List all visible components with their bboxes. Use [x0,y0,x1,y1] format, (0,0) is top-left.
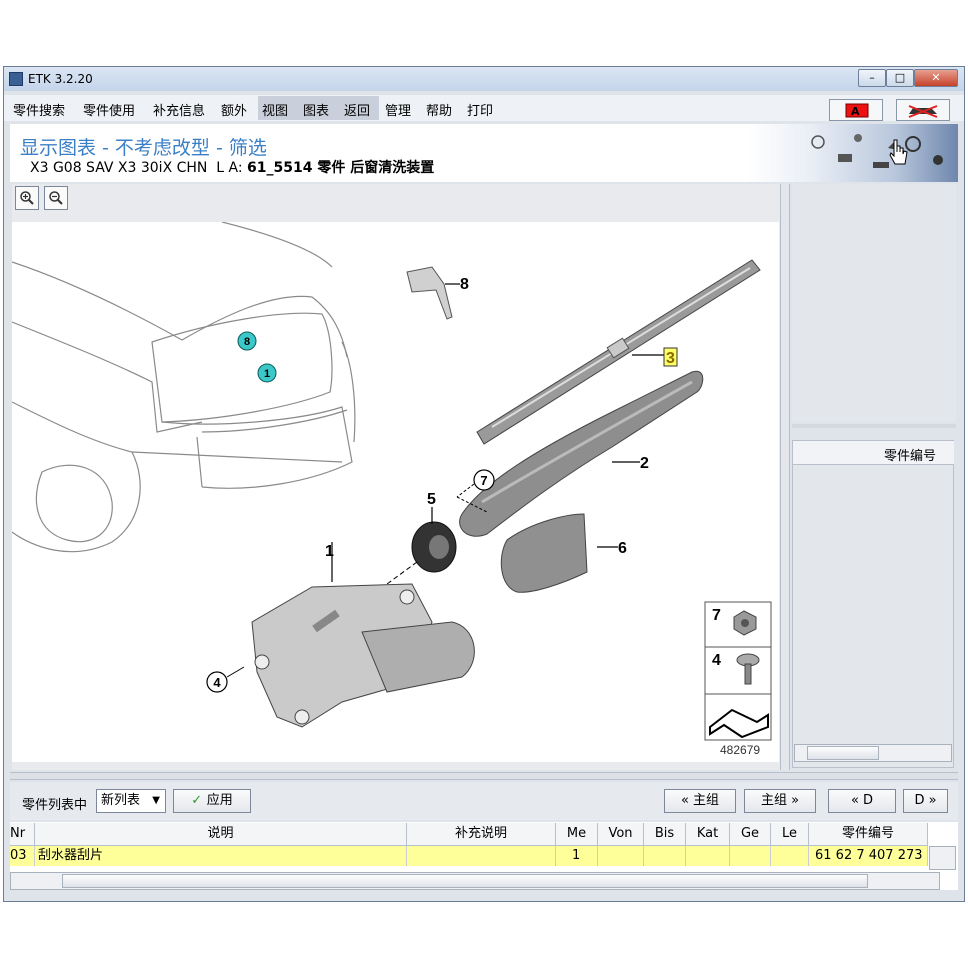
header-banner-image [748,124,958,182]
right-info-panel [792,184,956,422]
car-marker-8-label: 8 [244,336,250,348]
car-marker-1[interactable]: 1 [257,363,277,383]
cell-le [771,846,809,866]
car-marker-1-label: 1 [264,368,270,380]
list-mode-value: 新列表 [101,793,141,808]
callout-4-group[interactable]: 4 [206,666,245,693]
cell-kat [686,846,730,866]
callout-8[interactable]: 8 [460,276,469,293]
right-horizontal-scrollbar[interactable] [794,744,952,762]
page-title: 显示图表 - 不考虑改型 - 筛选 [20,137,267,159]
fastener-legend: 7 4 [704,601,772,741]
callout-7: 7 [480,473,487,488]
maximize-button[interactable]: □ [886,69,914,87]
right-scroll-thumb[interactable] [807,746,879,760]
prev-d-button[interactable]: « D [828,789,896,813]
zoom-out-icon [49,191,63,205]
cell-description: 刮水器刮片 [35,846,407,866]
list-mode-select[interactable]: 新列表 ▼ [96,789,166,813]
svg-text:A: A [851,105,860,118]
warning-icon: A [845,103,869,118]
legend-7: 7 [712,607,721,624]
title-bar [4,67,964,91]
right-parts-table [792,440,954,768]
prev-main-group-button[interactable]: « 主组 [664,789,736,813]
callout-6[interactable]: 6 [618,540,627,557]
next-main-group-button[interactable]: 主组 » [744,789,816,813]
col-nr[interactable]: Nr [10,823,35,845]
col-me[interactable]: Me [556,823,598,845]
menu-help[interactable]: 帮助 [426,100,452,119]
cap-part [411,507,457,573]
minimize-button[interactable]: – [858,69,886,87]
cell-me: 1 [556,846,598,866]
callout-5[interactable]: 5 [427,491,436,508]
checkmark-icon: ✓ [191,793,207,808]
callout-4: 4 [213,675,221,690]
cell-bis [644,846,686,866]
callout-3[interactable]: 3 [666,350,675,367]
apply-button[interactable]: ✓ 应用 [173,789,251,813]
vehicle-button[interactable] [896,99,950,121]
cell-nr: 03 [10,846,35,866]
menu-manage[interactable]: 管理 [385,100,411,119]
zoom-in-button[interactable] [15,186,39,210]
car-rear-outline [11,221,356,553]
washer-nozzle-part [406,266,460,320]
menu-extra[interactable]: 额外 [221,100,247,119]
warning-button[interactable]: A [829,99,883,121]
menu-print[interactable]: 打印 [467,100,493,119]
cell-supplement [407,846,556,866]
vehicle-info: X3 G08 SAV X3 30iX CHN L A: 61_5514 零件 后… [30,157,434,177]
col-ge[interactable]: Ge [730,823,771,845]
menu-view[interactable]: 视图 [262,100,288,119]
col-kat[interactable]: Kat [686,823,730,845]
right-column-part-number[interactable]: 零件编号 [884,445,936,464]
col-von[interactable]: Von [598,823,644,845]
col-part-number[interactable]: 零件编号 [809,823,928,845]
cover-part [500,513,618,593]
col-supplement[interactable]: 补充说明 [407,823,556,845]
cell-ge [730,846,771,866]
wiper-arm-part [459,370,704,537]
table-scroll-thumb[interactable] [62,874,868,888]
apply-label: 应用 [206,793,233,808]
cell-part-number: 61 62 7 407 273 [809,846,928,866]
right-splitter[interactable] [792,424,956,428]
image-number: 482679 [720,743,760,757]
close-button[interactable]: ✕ [914,69,958,87]
parts-diagram-drawing: 8 1 8 3 2 7 5 6 1 4 7 4 482679 [11,221,772,757]
car-flag-icon [908,105,938,118]
car-marker-8[interactable]: 8 [237,331,257,351]
etk-app-icon [9,72,23,86]
menu-parts-search[interactable]: 零件搜索 [13,100,65,119]
col-le[interactable]: Le [771,823,809,845]
parts-collage-icon [811,134,943,168]
zoom-out-button[interactable] [44,186,68,210]
zoom-in-icon [20,191,34,205]
vehicle-model: X3 G08 SAV X3 30iX CHN L A: [30,160,248,176]
menu-supplementary-info[interactable]: 补充信息 [153,100,205,119]
callout-1[interactable]: 1 [325,543,334,560]
parts-list-label: 零件列表中 [22,798,88,813]
parts-diagram[interactable]: 8 1 8 3 2 7 5 6 1 4 7 4 482679 [11,221,779,762]
cell-von [598,846,644,866]
callout-2[interactable]: 2 [640,455,649,472]
vertical-splitter[interactable] [780,184,790,770]
col-description[interactable]: 说明 [35,823,407,845]
window-title: ETK 3.2.20 [28,72,93,86]
col-bis[interactable]: Bis [644,823,686,845]
chevron-down-icon: ▼ [152,795,160,806]
menu-chart[interactable]: 图表 [303,100,329,119]
menu-parts-usage[interactable]: 零件使用 [83,100,135,119]
next-d-button[interactable]: D » [903,789,948,813]
legend-4: 4 [712,652,721,669]
menu-back[interactable]: 返回 [344,100,370,119]
horizontal-splitter[interactable] [10,772,958,780]
table-vertical-scrollbar[interactable] [929,846,956,870]
group-title: 61_5514 零件 后窗清洗装置 [247,160,435,176]
